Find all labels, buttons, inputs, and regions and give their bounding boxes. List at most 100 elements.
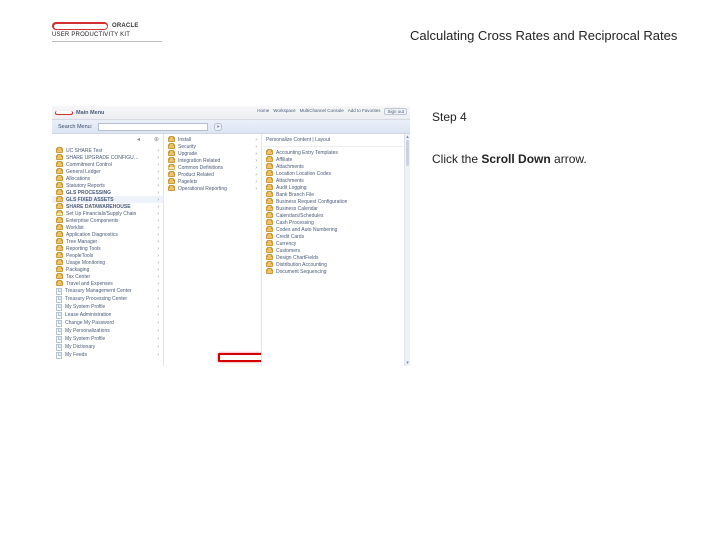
menu-item-folder[interactable]: Business Calendar›: [262, 205, 410, 212]
menu-item-folder[interactable]: Attachments›: [262, 163, 410, 170]
menu-item-folder[interactable]: Travel and Expenses›: [52, 280, 163, 287]
folder-icon: [266, 171, 273, 176]
menu-item-folder[interactable]: GLS PROCESSING›: [52, 189, 163, 196]
menu-list-2[interactable]: Install›Security›Upgrade›Integration Rel…: [164, 134, 261, 194]
menu-item-doc[interactable]: My System Profile›: [52, 303, 163, 311]
expand-icon: ›: [154, 328, 159, 334]
folder-icon: [168, 165, 175, 170]
menu-item-folder[interactable]: Distribution Accounting›: [262, 261, 410, 268]
folder-icon: [56, 190, 63, 195]
menu-item-folder[interactable]: Attachments›: [262, 177, 410, 184]
menu-item-folder[interactable]: Tree Manager›: [52, 238, 163, 245]
menu-item-folder[interactable]: Install›: [164, 136, 261, 143]
menu-item-folder[interactable]: Integration Related›: [164, 157, 261, 164]
menu-item-doc[interactable]: My System Profile›: [52, 335, 163, 343]
menu-item-folder[interactable]: Pagelets›: [164, 178, 261, 185]
menu-item-folder[interactable]: Upgrade›: [164, 150, 261, 157]
folder-icon: [266, 185, 273, 190]
scroll-down-arrow[interactable]: ▾: [405, 360, 410, 366]
menu-item-label: Operational Reporting: [178, 186, 227, 192]
menu-item-folder[interactable]: Packaging›: [52, 266, 163, 273]
expand-icon: ›: [154, 211, 159, 217]
menu-item-label: Reporting Tools: [66, 246, 101, 252]
document-icon: [56, 296, 62, 303]
menu-item-folder[interactable]: Document Sequencing›: [262, 268, 410, 275]
menu-item-label: SHARE DATAWAREHOUSE: [66, 204, 131, 210]
menu-item-folder[interactable]: GLS FIXED ASSETS›: [52, 196, 163, 203]
scrollbar[interactable]: ▴ ▾: [404, 134, 410, 366]
menu-item-folder[interactable]: Tax Center›: [52, 273, 163, 280]
menu-item-folder[interactable]: UC SHARE Test›: [52, 147, 163, 154]
menu-item-folder[interactable]: Bank Branch File›: [262, 191, 410, 198]
menu-item-folder[interactable]: General Ledger›: [52, 168, 163, 175]
menu-item-folder[interactable]: Application Diagnostics›: [52, 231, 163, 238]
page-title: Calculating Cross Rates and Reciprocal R…: [410, 28, 677, 43]
menu-item-label: Calendars/Schedules: [276, 213, 324, 219]
menu-item-folder[interactable]: Accounting Entry Templates›: [262, 149, 410, 156]
menu-item-folder[interactable]: Allocations›: [52, 175, 163, 182]
menu-item-folder[interactable]: Product Related›: [164, 171, 261, 178]
personalize-link[interactable]: Personalize Content | Layout: [262, 134, 410, 147]
menu-item-folder[interactable]: Security›: [164, 143, 261, 150]
top-link-mcc[interactable]: MultiChannel Console: [300, 108, 344, 115]
menu-item-folder[interactable]: Worklist›: [52, 224, 163, 231]
menu-item-doc[interactable]: Treasury Management Center›: [52, 287, 163, 295]
menu-item-folder[interactable]: Commitment Control›: [52, 161, 163, 168]
menu-item-folder[interactable]: Calendars/Schedules›: [262, 212, 410, 219]
menu-col-1: ◂⊕ UC SHARE Test›SHARE UPGRADE CONFIGU…›…: [52, 134, 164, 366]
folder-icon: [56, 267, 63, 272]
top-link-favorites[interactable]: Add to Favorites: [348, 108, 381, 115]
menu-item-folder[interactable]: Codes and Auto Numbering›: [262, 226, 410, 233]
menu-item-folder[interactable]: Operational Reporting›: [164, 185, 261, 192]
menu-item-label: Bank Branch File: [276, 192, 314, 198]
menu-item-doc[interactable]: My Personalizations›: [52, 327, 163, 335]
menu-item-doc[interactable]: My Dictionary›: [52, 343, 163, 351]
menu-item-folder[interactable]: Location Location Codes›: [262, 170, 410, 177]
menu-item-folder[interactable]: Enterprise Components›: [52, 217, 163, 224]
menu-item-folder[interactable]: Customers›: [262, 247, 410, 254]
menu-item-folder[interactable]: Common Definitions›: [164, 164, 261, 171]
menu-item-folder[interactable]: Cash Processing›: [262, 219, 410, 226]
menu-item-folder[interactable]: Design ChartFields›: [262, 254, 410, 261]
menu-item-doc[interactable]: Treasury Processing Center›: [52, 295, 163, 303]
instruction-panel: Step 4 Click the Scroll Down arrow.: [432, 110, 692, 166]
menu-item-folder[interactable]: Audit Logging›: [262, 184, 410, 191]
brand-name: ORACLE: [112, 23, 139, 29]
menu-item-folder[interactable]: Statutory Reports›: [52, 182, 163, 189]
menu-list-1[interactable]: UC SHARE Test›SHARE UPGRADE CONFIGU…›Com…: [52, 145, 163, 361]
document-icon: [56, 352, 62, 359]
menu-list-3[interactable]: Accounting Entry Templates›Affiliate›Att…: [262, 147, 410, 277]
menu-item-folder[interactable]: Currency›: [262, 240, 410, 247]
menu-item-doc[interactable]: My Feeds›: [52, 351, 163, 359]
menu-item-label: Tree Manager: [66, 239, 97, 245]
search-input[interactable]: [98, 123, 208, 131]
menu-item-folder[interactable]: PeopleTools›: [52, 252, 163, 259]
menu-item-label: Treasury Management Center: [65, 288, 132, 294]
menu-item-folder[interactable]: Reporting Tools›: [52, 245, 163, 252]
top-link-signout[interactable]: Sign out: [384, 108, 407, 115]
top-link-home[interactable]: Home: [257, 108, 269, 115]
scroll-thumb[interactable]: [406, 140, 409, 166]
document-icon: [56, 312, 62, 319]
menu-item-label: Business Request Configuration: [276, 199, 347, 205]
expand-icon: ›: [154, 312, 159, 318]
menu-item-label: Pagelets: [178, 179, 197, 185]
main-menu-label[interactable]: Main Menu: [76, 110, 104, 116]
instruction-prefix: Click the: [432, 152, 481, 166]
menu-item-folder[interactable]: Affiliate›: [262, 156, 410, 163]
instruction-bold: Scroll Down: [481, 152, 550, 166]
menu-item-label: Audit Logging: [276, 185, 307, 191]
expand-icon: ›: [154, 204, 159, 210]
menu-item-folder[interactable]: Usage Monitoring›: [52, 259, 163, 266]
menu-item-folder[interactable]: SHARE UPGRADE CONFIGU…›: [52, 154, 163, 161]
search-go-button[interactable]: [214, 123, 222, 131]
menu-item-folder[interactable]: Business Request Configuration›: [262, 198, 410, 205]
menu-item-doc[interactable]: Lease Administration›: [52, 311, 163, 319]
top-link-workspace[interactable]: Workspace: [273, 108, 295, 115]
menu-item-folder[interactable]: Credit Cards›: [262, 233, 410, 240]
menu-item-folder[interactable]: SHARE DATAWAREHOUSE ›: [52, 203, 163, 210]
menu-item-doc[interactable]: Change My Password›: [52, 319, 163, 327]
menu-item-label: Design ChartFields: [276, 255, 319, 261]
expand-icon: ›: [154, 274, 159, 280]
menu-item-folder[interactable]: Set Up Financials/Supply Chain›: [52, 210, 163, 217]
